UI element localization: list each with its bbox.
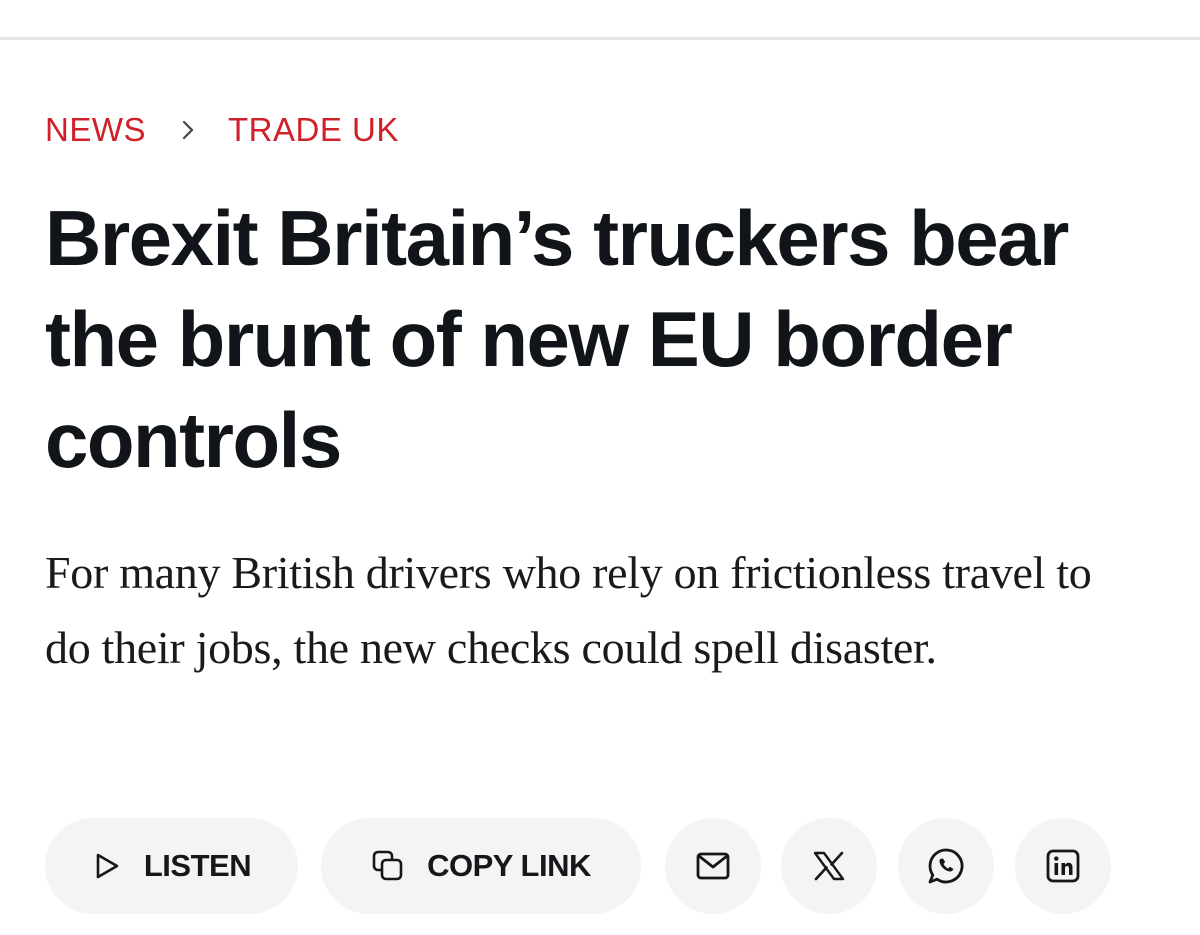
chevron-right-icon [168,110,208,150]
share-x-button[interactable] [781,818,877,914]
share-email-button[interactable] [665,818,761,914]
listen-button[interactable]: LISTEN [45,818,298,914]
share-whatsapp-button[interactable] [898,818,994,914]
copy-link-button-label: COPY LINK [427,848,591,883]
copy-link-button[interactable]: COPY LINK [321,818,641,914]
article-standfirst: For many British drivers who rely on fri… [45,547,1092,673]
breadcrumb-trade-uk-link[interactable]: TRADE UK [228,110,399,150]
x-icon [813,851,845,881]
article-actions: LISTEN COPY LINK [45,818,1155,914]
copy-icon [371,849,405,883]
breadcrumb-news-link[interactable]: NEWS [45,110,146,150]
share-linkedin-button[interactable] [1015,818,1111,914]
listen-button-label: LISTEN [143,848,252,883]
breadcrumb: NEWS TRADE UK [45,110,399,150]
linkedin-icon [1046,849,1080,883]
article-headline: Brexit Britain’s truckers bear the brunt… [45,194,1069,484]
top-divider [0,37,1200,40]
email-icon [696,852,730,880]
play-icon [92,851,122,881]
whatsapp-icon [927,847,965,885]
article-page: NEWS TRADE UK Brexit Britain’s truckers … [0,0,1200,935]
